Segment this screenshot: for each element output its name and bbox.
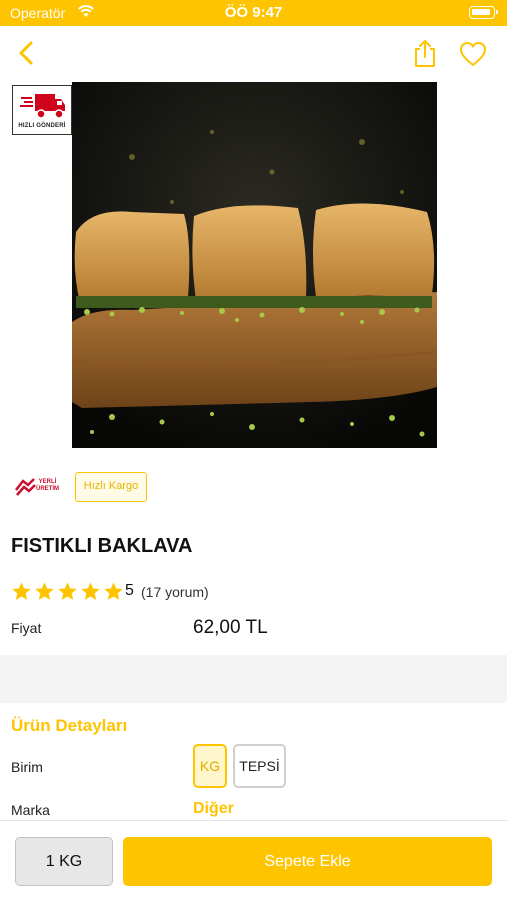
star-icon xyxy=(12,582,31,600)
local-production-icon xyxy=(15,478,36,496)
star-icon xyxy=(104,582,123,600)
baklava-image xyxy=(72,82,437,448)
share-icon[interactable] xyxy=(412,38,438,68)
product-image[interactable] xyxy=(72,82,437,448)
local-production-line1: YERLİ xyxy=(38,479,57,485)
star-icon xyxy=(81,582,100,600)
bottom-action-bar: 1 KG Sepete Ekle xyxy=(0,820,507,900)
fast-shipping-text: HIZLI GÖNDERİ xyxy=(18,123,66,129)
unit-option-tepsi[interactable]: TEPSİ xyxy=(233,744,286,788)
brand-label: Marka xyxy=(11,802,50,818)
unit-option-kg[interactable]: KG xyxy=(193,744,227,788)
brand-value: Diğer xyxy=(193,800,234,817)
status-bar: Operatör ÖÖ 9:47 xyxy=(0,0,507,26)
truck-icon xyxy=(20,94,65,119)
local-production-line2: ÜRETİM xyxy=(36,486,59,492)
star-icon xyxy=(58,582,77,600)
review-count[interactable]: (17 yorum) xyxy=(141,584,209,600)
fast-shipping-badge: HIZLI GÖNDERİ xyxy=(12,85,72,135)
product-title: FISTIKLI BAKLAVA xyxy=(11,535,193,557)
quantity-button[interactable]: 1 KG xyxy=(15,837,113,886)
add-to-cart-button[interactable]: Sepete Ekle xyxy=(123,837,492,886)
battery-icon xyxy=(469,6,498,19)
heart-icon[interactable] xyxy=(458,40,488,68)
section-divider xyxy=(0,655,507,703)
star-icon xyxy=(35,582,54,600)
chevron-left-icon[interactable] xyxy=(14,40,38,66)
rating-value: 5 xyxy=(125,582,134,599)
unit-label: Birim xyxy=(11,759,43,775)
price-value: 62,00 TL xyxy=(193,617,268,638)
product-details-title: Ürün Detayları xyxy=(11,716,128,735)
local-production-badge: YERLİ ÜRETİM xyxy=(14,476,66,498)
status-time: ÖÖ 9:47 xyxy=(224,4,283,21)
fast-cargo-tag: Hızlı Kargo xyxy=(75,472,147,502)
local-production-text: YERLİ ÜRETİM xyxy=(36,479,59,493)
price-label: Fiyat xyxy=(11,620,42,636)
